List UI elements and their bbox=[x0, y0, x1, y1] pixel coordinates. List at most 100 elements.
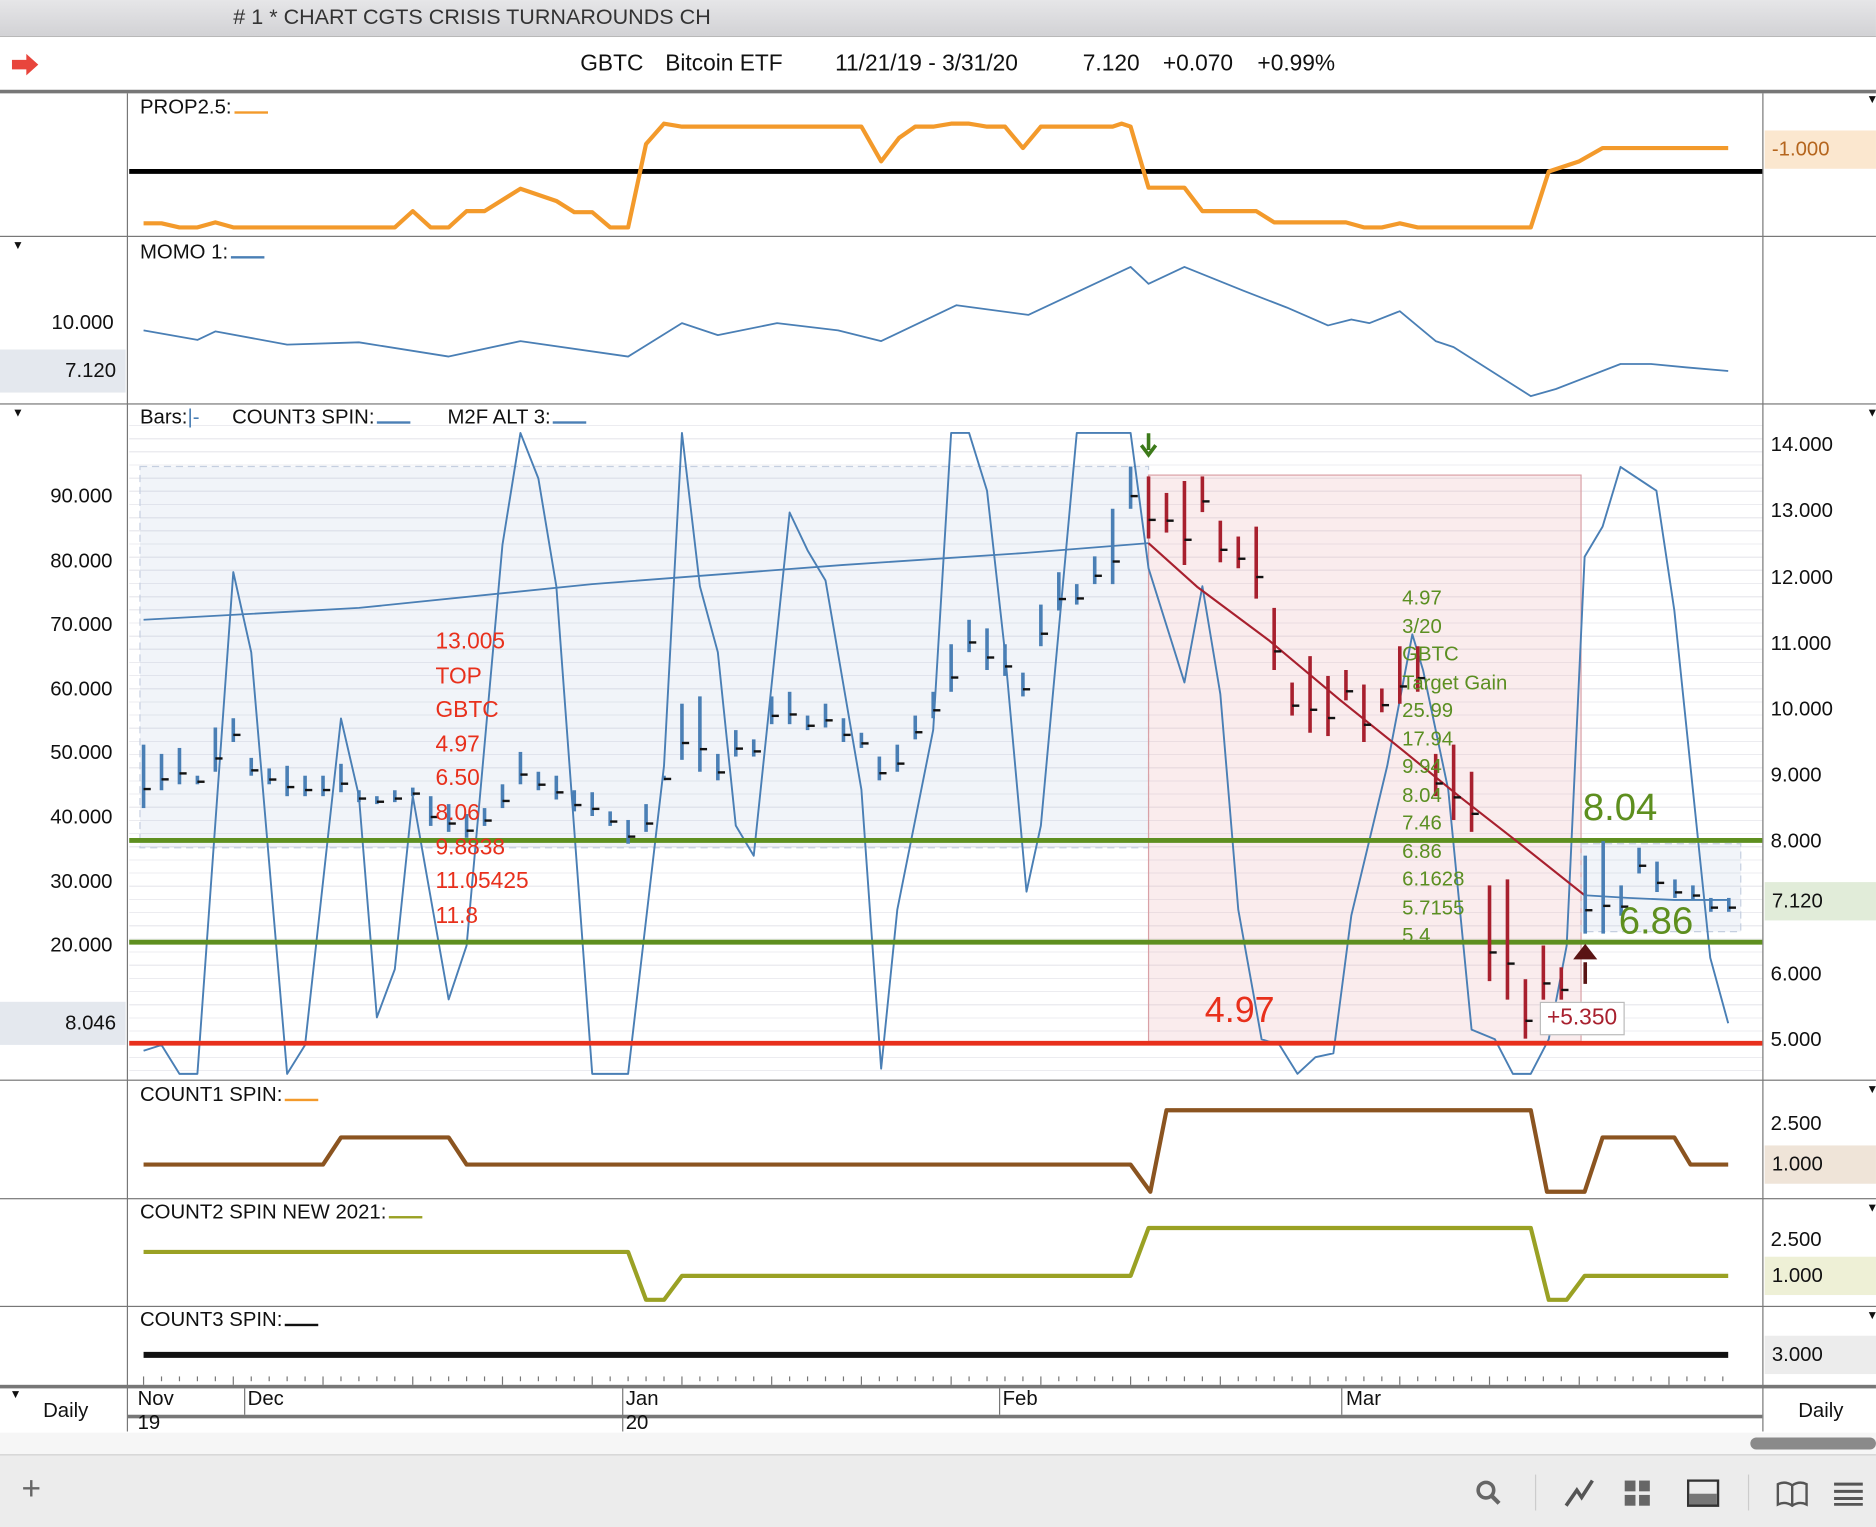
left-axis-tick: 20.000 bbox=[50, 933, 113, 957]
zone-blue bbox=[139, 465, 1150, 849]
right-axis-tick: 8.000 bbox=[1770, 829, 1822, 853]
m2f-alt3-label-text: M2F ALT 3: bbox=[447, 405, 551, 429]
right-axis-tick: 11.000 bbox=[1770, 631, 1832, 655]
menu-icon[interactable] bbox=[1833, 1482, 1864, 1506]
main-left-value-box: 8.046 bbox=[0, 1001, 126, 1045]
momo-label-text: MOMO 1: bbox=[139, 240, 229, 264]
red-note-line: 9.8838 bbox=[435, 834, 506, 861]
panel-menu-arrow-icon[interactable]: ▼ bbox=[1866, 1202, 1876, 1215]
count3-spin-label-text: COUNT3 SPIN: bbox=[232, 405, 375, 429]
red-note-line: 8.06 bbox=[435, 800, 480, 826]
momo-line bbox=[143, 266, 1729, 398]
count2-tick: 2.500 bbox=[1770, 1228, 1822, 1251]
green-note-line: 6.1628 bbox=[1402, 867, 1465, 891]
right-axis-tick: 10.000 bbox=[1770, 697, 1833, 721]
bars-label-text: Bars: bbox=[139, 405, 188, 429]
month-label: Mar bbox=[1345, 1387, 1381, 1410]
chart-window: # 1 * CHART CGTS CRISIS TURNAROUNDS CH G… bbox=[0, 0, 1876, 1527]
panel-menu-arrow-icon[interactable]: ▼ bbox=[12, 407, 24, 420]
horizontal-scrollbar[interactable] bbox=[0, 1432, 1876, 1455]
left-axis-tick: 30.000 bbox=[50, 869, 113, 893]
down-arrow-icon bbox=[1139, 433, 1158, 458]
red-note-line: GBTC bbox=[435, 698, 499, 724]
month-label: Feb bbox=[1002, 1387, 1038, 1410]
count2-label: COUNT2 SPIN NEW 2021: bbox=[139, 1200, 423, 1224]
green-note-line: 5.7155 bbox=[1402, 895, 1465, 919]
left-axis-tick: 80.000 bbox=[50, 548, 113, 572]
period-right[interactable]: Daily bbox=[1798, 1399, 1843, 1423]
red-note-line: 6.50 bbox=[435, 766, 480, 792]
search-icon[interactable] bbox=[1475, 1479, 1501, 1505]
count2-line bbox=[143, 1225, 1729, 1302]
green-note-line: 5.4 bbox=[1402, 924, 1431, 947]
count1-label-text: COUNT1 SPIN: bbox=[139, 1083, 283, 1106]
green-note-line: Target Gain bbox=[1402, 670, 1508, 694]
prop-label-text: PROP2.5: bbox=[139, 95, 232, 119]
left-axis-tick: 40.000 bbox=[50, 805, 113, 829]
count3-value-box: 3.000 bbox=[1764, 1335, 1876, 1375]
chart-plot[interactable] bbox=[0, 0, 1876, 1526]
right-axis-tick: 9.000 bbox=[1770, 763, 1822, 787]
chart-line-icon[interactable] bbox=[1562, 1476, 1595, 1510]
green-note-line: GBTC bbox=[1402, 642, 1459, 666]
red-note-line: 4.97 bbox=[435, 732, 480, 758]
m2f-alt3-label: M2F ALT 3: bbox=[447, 405, 587, 430]
prop-value-box: -1.000 bbox=[1764, 130, 1876, 169]
prop-line bbox=[143, 121, 1729, 230]
green-note-line: 3/20 bbox=[1402, 614, 1442, 638]
period-menu-arrow-icon[interactable]: ▼ bbox=[10, 1388, 22, 1401]
count3-label-text: COUNT3 SPIN: bbox=[139, 1308, 283, 1331]
green-note-line: 17.94 bbox=[1402, 727, 1454, 750]
red-note-line: TOP bbox=[435, 663, 482, 689]
count1-value-box: 1.000 bbox=[1764, 1145, 1876, 1184]
right-axis-tick: 12.000 bbox=[1770, 565, 1833, 589]
left-axis-tick: 90.000 bbox=[50, 484, 113, 508]
panel-menu-arrow-icon[interactable]: ▼ bbox=[1866, 1309, 1876, 1322]
add-icon[interactable]: + bbox=[22, 1470, 42, 1508]
green-note-line: 9.94 bbox=[1402, 755, 1442, 778]
momo-label: MOMO 1: bbox=[139, 240, 265, 265]
prop-label: PROP2.5: bbox=[139, 95, 268, 120]
month-label: Dec bbox=[247, 1387, 284, 1410]
gain-box: +5.350 bbox=[1539, 1001, 1625, 1036]
right-axis-tick: 5.000 bbox=[1770, 1028, 1822, 1051]
panel-layout-icon[interactable] bbox=[1686, 1479, 1720, 1508]
zone-pink bbox=[1147, 474, 1582, 1042]
count2-label-text: COUNT2 SPIN NEW 2021: bbox=[139, 1200, 387, 1224]
left-axis-tick: 50.000 bbox=[50, 741, 113, 765]
support-level-label: 4.97 bbox=[1204, 991, 1275, 1031]
green-note-line: 25.99 bbox=[1402, 698, 1454, 722]
main-right-value-box: 7.120 bbox=[1764, 882, 1876, 921]
panel-menu-arrow-icon[interactable]: ▼ bbox=[1866, 407, 1876, 420]
upper-level-label: 8.04 bbox=[1582, 785, 1658, 829]
grid-layout-icon[interactable] bbox=[1624, 1479, 1653, 1508]
scrollbar-thumb[interactable] bbox=[1750, 1437, 1876, 1450]
count1-label: COUNT1 SPIN: bbox=[139, 1083, 319, 1107]
bars-label: Bars:|- bbox=[140, 406, 200, 430]
count3-spin-label: COUNT3 SPIN: bbox=[232, 405, 411, 430]
red-note-line: 13.005 bbox=[435, 629, 506, 655]
left-axis-tick: 60.000 bbox=[50, 677, 113, 700]
panel-menu-arrow-icon[interactable]: ▼ bbox=[1866, 1083, 1876, 1096]
year-label: 19 bbox=[137, 1411, 161, 1434]
right-axis-tick: 14.000 bbox=[1770, 433, 1833, 457]
month-label: Nov bbox=[137, 1387, 174, 1410]
panel-menu-arrow-icon[interactable]: ▼ bbox=[1866, 93, 1876, 106]
month-label: Jan bbox=[625, 1387, 659, 1410]
left-axis-tick: 70.000 bbox=[50, 613, 113, 636]
right-axis-tick: 6.000 bbox=[1770, 962, 1822, 985]
book-icon[interactable] bbox=[1775, 1479, 1808, 1508]
count2-value-box: 1.000 bbox=[1764, 1256, 1876, 1296]
momo-value-box: 7.120 bbox=[0, 349, 126, 393]
red-note-line: 11.05425 bbox=[435, 869, 529, 895]
panel-menu-arrow-icon[interactable]: ▼ bbox=[12, 239, 24, 252]
green-note-line: 6.86 bbox=[1402, 839, 1442, 863]
lower-level-label: 6.86 bbox=[1618, 898, 1694, 942]
bars-glyph: |- bbox=[187, 405, 200, 429]
red-note-line: 11.8 bbox=[435, 903, 479, 929]
green-note-line: 7.46 bbox=[1402, 811, 1442, 835]
period-left[interactable]: Daily bbox=[43, 1399, 88, 1423]
year-label: 20 bbox=[625, 1411, 649, 1434]
momo-left-tick: 10.000 bbox=[51, 311, 114, 334]
right-axis-tick: 13.000 bbox=[1770, 499, 1833, 523]
